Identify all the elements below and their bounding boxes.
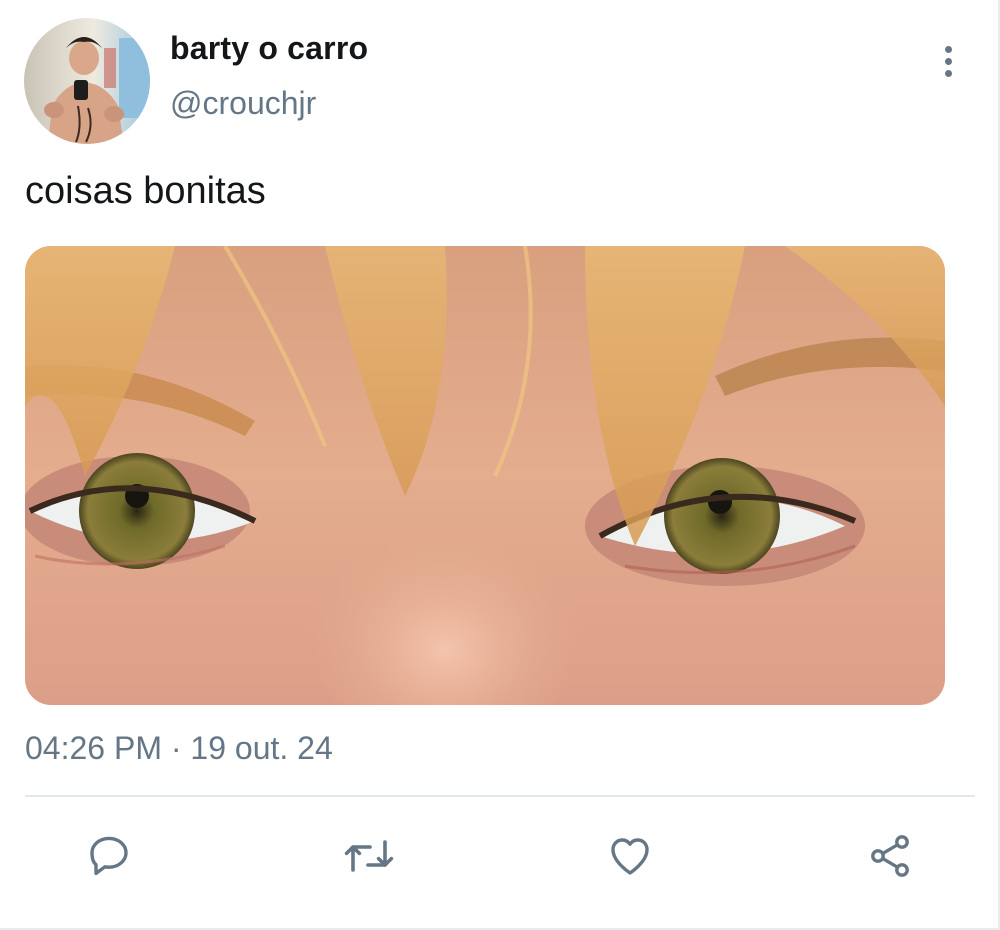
dot bbox=[944, 57, 952, 65]
share-button[interactable] bbox=[862, 828, 918, 884]
user-handle[interactable]: @crouchjr bbox=[170, 85, 316, 122]
share-nodes-icon bbox=[871, 835, 909, 877]
dot bbox=[944, 69, 952, 77]
like-button[interactable] bbox=[602, 828, 658, 884]
avatar-image bbox=[24, 18, 150, 144]
heart-icon bbox=[611, 838, 649, 875]
dot bbox=[944, 45, 952, 53]
retweet-button[interactable] bbox=[341, 828, 397, 884]
tweet-media-photo[interactable] bbox=[25, 246, 945, 705]
retweet-arrows-icon bbox=[344, 840, 394, 872]
reply-button[interactable] bbox=[81, 828, 137, 884]
display-name[interactable]: barty o carro bbox=[170, 30, 368, 67]
divider bbox=[25, 795, 975, 797]
tweet-card: barty o carro @crouchjr coisas bonitas 0… bbox=[0, 0, 1000, 930]
avatar[interactable] bbox=[24, 18, 150, 144]
speech-bubble-icon bbox=[90, 836, 128, 876]
eyes-photo bbox=[25, 246, 945, 705]
more-options-icon[interactable] bbox=[930, 40, 966, 82]
tweet-text: coisas bonitas bbox=[25, 170, 266, 212]
tweet-timestamp[interactable]: 04:26 PM · 19 out. 24 bbox=[25, 730, 333, 767]
